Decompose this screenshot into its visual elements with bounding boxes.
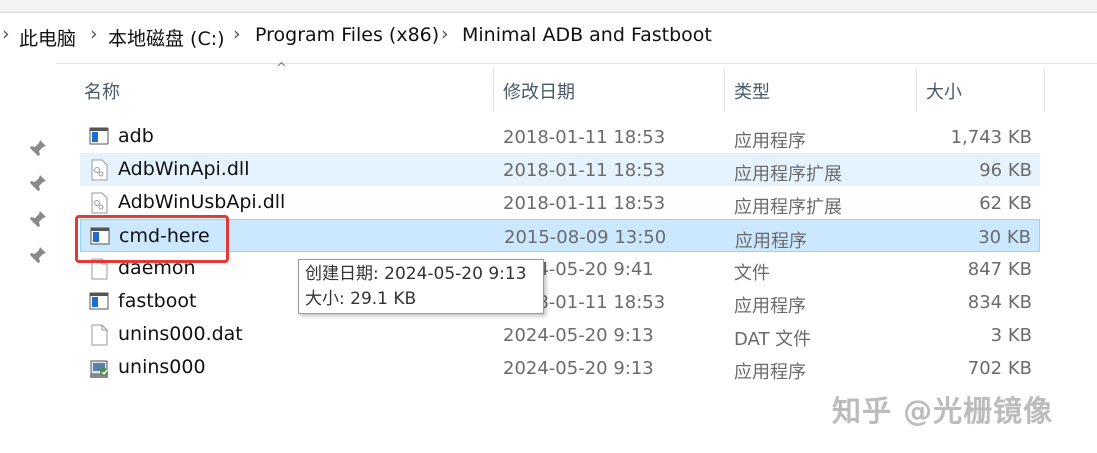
- dll-icon: [89, 192, 109, 214]
- file-row-unins000[interactable]: unins000 2024-05-20 9:13 应用程序 702 KB: [80, 351, 1040, 384]
- file-type: 文件: [734, 263, 770, 284]
- file-type: 应用程序: [735, 231, 807, 252]
- column-divider[interactable]: [1044, 68, 1045, 112]
- column-header-date[interactable]: 修改日期: [503, 78, 575, 104]
- file-date: 2024-05-20 9:13: [503, 325, 654, 346]
- pin-icon[interactable]: [28, 245, 48, 265]
- column-header-type[interactable]: 类型: [734, 78, 770, 104]
- file-date: 2018-01-11 18:53: [503, 160, 666, 181]
- column-divider[interactable]: [916, 68, 917, 112]
- file-name: AdbWinApi.dll: [118, 158, 250, 180]
- file-name: AdbWinUsbApi.dll: [118, 191, 286, 213]
- installer-icon: [89, 357, 109, 379]
- dll-icon: [89, 159, 109, 181]
- watermark-text: 知乎 @光栅镜像: [832, 394, 1054, 428]
- breadcrumb-separator[interactable]: ›: [90, 23, 98, 45]
- file-name: unins000.dat: [118, 323, 243, 345]
- exe-icon: [89, 126, 109, 148]
- file-size: 1,743 KB: [950, 127, 1032, 148]
- file-date: 2015-08-09 13:50: [504, 227, 667, 248]
- file-size: 834 KB: [967, 292, 1032, 313]
- address-bar[interactable]: › 此电脑 › 本地磁盘 (C:) › Program Files (x86) …: [0, 12, 1097, 64]
- file-type: 应用程序扩展: [734, 164, 842, 185]
- column-header-size[interactable]: 大小: [926, 78, 962, 104]
- file-type: 应用程序: [734, 296, 806, 317]
- breadcrumb-separator: ›: [2, 23, 10, 45]
- file-date: 2018-01-11 18:53: [503, 127, 666, 148]
- breadcrumb-this-pc[interactable]: 此电脑: [19, 24, 76, 51]
- file-type: 应用程序扩展: [734, 197, 842, 218]
- file-date: 2024-05-20 9:13: [503, 358, 654, 379]
- pin-icon[interactable]: [28, 138, 48, 158]
- file-name: unins000: [118, 356, 206, 378]
- column-header-row: ^ 名称 修改日期 类型 大小: [56, 61, 1056, 113]
- file-icon: [89, 324, 109, 346]
- exe-icon: [89, 291, 109, 313]
- breadcrumb-separator[interactable]: ›: [233, 23, 241, 45]
- breadcrumb-program-files[interactable]: Program Files (x86): [255, 24, 439, 46]
- file-size: 30 KB: [978, 227, 1031, 248]
- pin-icon[interactable]: [28, 173, 48, 193]
- file-row-adbwinapi[interactable]: AdbWinApi.dll 2018-01-11 18:53 应用程序扩展 96…: [80, 153, 1040, 186]
- column-header-name[interactable]: 名称: [84, 78, 120, 104]
- breadcrumb-separator[interactable]: ›: [441, 23, 449, 45]
- file-row-fastboot[interactable]: fastboot 2018-01-11 18:53 应用程序 834 KB: [80, 285, 1040, 318]
- tooltip-created-date: 创建日期: 2024-05-20 9:13: [305, 264, 527, 284]
- file-size: 62 KB: [979, 193, 1032, 214]
- file-size: 3 KB: [990, 325, 1032, 346]
- file-type: DAT 文件: [734, 329, 812, 350]
- file-name: fastboot: [118, 290, 197, 312]
- file-size: 702 KB: [967, 358, 1032, 379]
- breadcrumb-current-folder[interactable]: Minimal ADB and Fastboot: [462, 24, 712, 46]
- pin-icon[interactable]: [28, 209, 48, 229]
- file-size: 847 KB: [967, 259, 1032, 280]
- file-date: 2018-01-11 18:53: [503, 193, 666, 214]
- file-type: 应用程序: [734, 131, 806, 152]
- breadcrumb-local-disk[interactable]: 本地磁盘 (C:): [108, 24, 225, 51]
- file-size: 96 KB: [979, 160, 1032, 181]
- sort-ascending-icon: ^: [276, 61, 287, 76]
- tooltip-size: 大小: 29.1 KB: [305, 289, 417, 309]
- window-top-strip: [0, 0, 1097, 12]
- file-tooltip: 创建日期: 2024-05-20 9:13 大小: 29.1 KB: [298, 259, 544, 314]
- column-divider[interactable]: [493, 68, 494, 112]
- column-divider[interactable]: [724, 68, 725, 112]
- quick-access-pane: [0, 63, 56, 453]
- file-type: 应用程序: [734, 362, 806, 383]
- red-annotation-box: [75, 215, 229, 263]
- file-name: adb: [118, 125, 154, 147]
- file-row-unins000-dat[interactable]: unins000.dat 2024-05-20 9:13 DAT 文件 3 KB: [80, 318, 1040, 351]
- file-row-adb[interactable]: adb 2018-01-11 18:53 应用程序 1,743 KB: [80, 120, 1040, 153]
